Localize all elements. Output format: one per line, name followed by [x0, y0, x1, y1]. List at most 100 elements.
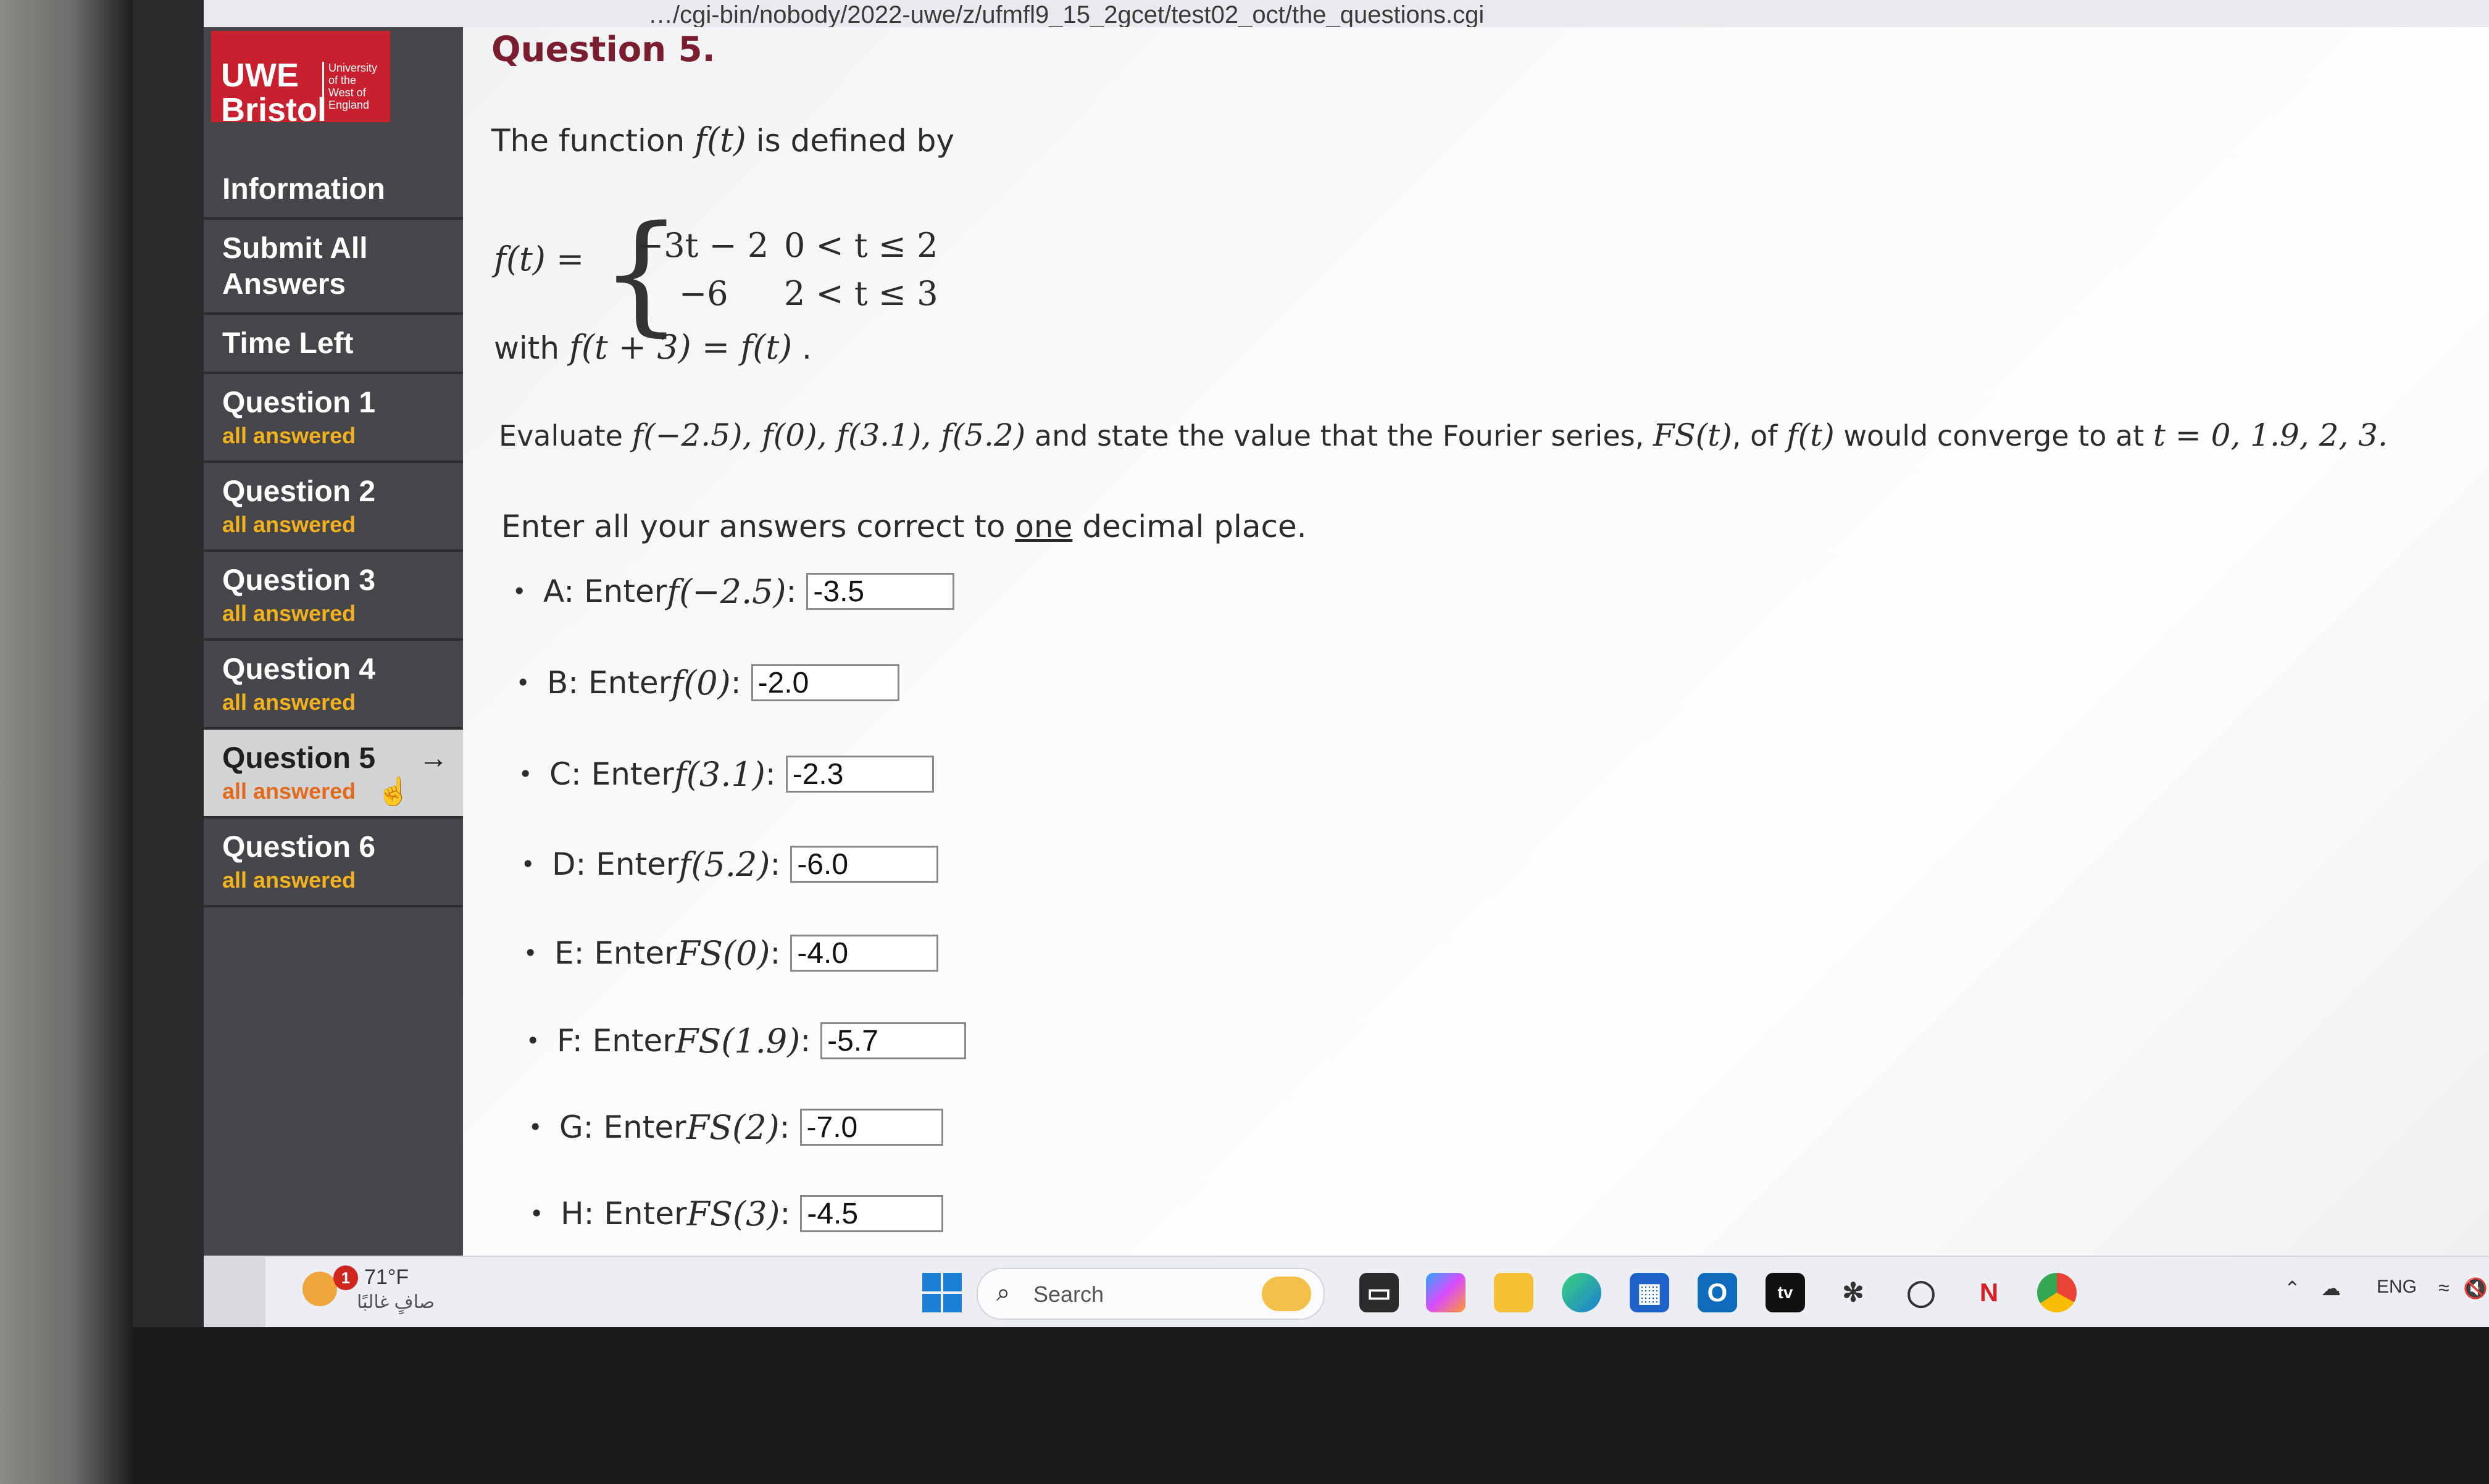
answer-a-input[interactable]: [806, 573, 955, 610]
bullet-icon: •: [526, 1027, 540, 1054]
sidebar-item-question-4[interactable]: Question 4 all answered: [204, 641, 463, 730]
evaluate-of: , of: [1732, 419, 1787, 452]
language-indicator[interactable]: ENG: [2377, 1277, 2417, 1298]
instruction-text: Enter all your answers correct to one de…: [501, 506, 1307, 547]
sidebar-item-question-5[interactable]: Question 5 → all answered ☝: [204, 730, 463, 819]
sidebar-item-label: Question 6: [222, 831, 376, 864]
copilot-icon[interactable]: [1426, 1273, 1465, 1312]
evaluate-fns: f(−2.5), f(0), f(3.1), f(5.2): [632, 417, 1026, 453]
sidebar-item-label: Submit All Answers: [222, 232, 368, 301]
wifi-icon[interactable]: ≈: [2438, 1277, 2449, 1299]
evaluate-fs: FS(t): [1653, 417, 1732, 453]
with-prefix: with: [494, 330, 569, 366]
case2-cond: 2 < t ≤ 3: [784, 274, 938, 313]
answer-key: H: Enter: [561, 1196, 687, 1232]
chrome-icon[interactable]: [2037, 1273, 2077, 1312]
answer-colon: :: [765, 756, 776, 792]
answer-f-input[interactable]: [820, 1022, 967, 1059]
weather-sun-icon[interactable]: [302, 1272, 337, 1306]
apple-tv-icon[interactable]: tv: [1766, 1273, 1805, 1312]
url-text[interactable]: …/cgi-bin/nobody/2022-uwe/z/ufmfl9_15_2g…: [648, 0, 1484, 30]
address-bar[interactable]: …/cgi-bin/nobody/2022-uwe/z/ufmfl9_15_2g…: [204, 0, 2489, 30]
question-panel: Question 5. The function f(t) is defined…: [463, 27, 2489, 1256]
bullet-icon: •: [530, 1200, 544, 1227]
evaluate-mid: and state the value that the Fourier ser…: [1025, 419, 1653, 452]
answer-expr: FS(1.9): [675, 1021, 801, 1061]
answer-colon: :: [770, 846, 781, 882]
answer-colon: :: [800, 1023, 811, 1059]
sidebar-item-time-left[interactable]: Time Left: [204, 315, 463, 374]
answer-expr: f(−2.5): [667, 572, 786, 611]
outlook-icon[interactable]: O: [1698, 1273, 1737, 1312]
weather-condition[interactable]: صافٍ غالبًا: [357, 1291, 435, 1313]
edge-icon[interactable]: [1562, 1273, 1601, 1312]
file-explorer-icon[interactable]: ▭: [1359, 1273, 1399, 1312]
desk-background: [0, 0, 133, 1484]
sidebar-nav: Information Submit All Answers Time Left…: [204, 160, 463, 907]
netflix-icon[interactable]: N: [1969, 1273, 2009, 1312]
sidebar-item-status: all answered: [222, 512, 356, 537]
sidebar-item-information[interactable]: Information: [204, 160, 463, 220]
sidebar-item-question-2[interactable]: Question 2 all answered: [204, 463, 463, 552]
case1-cond: 0 < t ≤ 2: [784, 226, 938, 265]
search-placeholder: Search: [1033, 1282, 1104, 1307]
answer-colon: :: [786, 573, 797, 609]
answer-row-c: • C: Enter f(3.1):: [519, 752, 934, 796]
with-suffix: .: [792, 330, 812, 366]
evaluate-prefix: Evaluate: [499, 419, 632, 452]
case2-expr: −6: [679, 274, 728, 313]
with-expr: f(t + 3) = f(t): [569, 328, 793, 367]
sidebar-item-status: all answered: [222, 867, 356, 893]
tray-chevron-up-icon[interactable]: ⌃: [2284, 1277, 2301, 1300]
sidebar-item-submit-all[interactable]: Submit All Answers: [204, 220, 463, 315]
intro-fn: f(t): [694, 120, 746, 159]
piecewise-lhs: f(t) =: [494, 240, 585, 278]
bullet-icon: •: [521, 851, 535, 878]
answer-key: F: Enter: [557, 1023, 675, 1059]
sidebar-item-label: Question 5: [222, 742, 376, 775]
chatgpt-icon[interactable]: ✻: [1833, 1273, 1873, 1312]
bullet-icon: •: [516, 669, 530, 696]
weather-temperature[interactable]: 71°F: [364, 1265, 409, 1290]
weather-notification-badge: 1: [333, 1265, 358, 1290]
volume-muted-icon[interactable]: 🔇: [2463, 1277, 2488, 1300]
arrow-right-icon: →: [419, 742, 448, 775]
sidebar-item-label: Question 1: [222, 386, 376, 419]
answer-g-input[interactable]: [799, 1109, 943, 1146]
answer-b-input[interactable]: [751, 664, 899, 701]
sidebar-item-label: Information: [222, 173, 385, 206]
answer-key: E: Enter: [554, 935, 677, 971]
windows-start-icon[interactable]: [922, 1273, 962, 1312]
answer-e-input[interactable]: [790, 935, 939, 972]
answer-expr: f(5.2): [678, 844, 770, 884]
sidebar-item-status: all answered: [222, 601, 356, 626]
search-icon: ⌕: [996, 1279, 1011, 1306]
folder-icon[interactable]: [1494, 1273, 1533, 1312]
answer-h-input[interactable]: [800, 1195, 944, 1232]
answer-key: C: Enter: [549, 756, 674, 792]
bullet-icon: •: [523, 940, 538, 967]
answer-expr: f(3.1): [673, 754, 765, 794]
store-icon[interactable]: ▦: [1630, 1273, 1669, 1312]
answer-c-input[interactable]: [785, 756, 934, 793]
instruction-prefix: Enter all your answers correct to: [501, 509, 1015, 544]
answer-row-d: • D: Enter f(5.2):: [521, 842, 939, 886]
monitor-bezel: [133, 1327, 2489, 1484]
answer-row-a: • A: Enter f(−2.5):: [512, 569, 955, 614]
sidebar-item-status: all answered: [222, 778, 356, 804]
answer-d-input[interactable]: [790, 846, 939, 883]
sidebar-item-question-6[interactable]: Question 6 all answered: [204, 819, 463, 907]
intro-suffix: is defined by: [746, 123, 954, 159]
onedrive-cloud-icon[interactable]: ☁: [2321, 1277, 2341, 1300]
sidebar-item-label: Question 3: [222, 564, 376, 597]
sidebar-item-question-3[interactable]: Question 3 all answered: [204, 552, 463, 641]
sidebar-item-question-1[interactable]: Question 1 all answered: [204, 374, 463, 463]
answer-colon: :: [730, 665, 741, 701]
logo-sub-text: University of the West of England: [328, 62, 378, 111]
uwe-logo: UWE Bristol University of the West of En…: [211, 31, 390, 127]
answer-colon: :: [779, 1109, 790, 1145]
whatsapp-icon[interactable]: ◯: [1901, 1273, 1941, 1312]
periodicity-text: with f(t + 3) = f(t) .: [494, 327, 812, 369]
answer-key: B: Enter: [547, 665, 672, 701]
taskbar-search[interactable]: ⌕ Search: [977, 1268, 1325, 1320]
